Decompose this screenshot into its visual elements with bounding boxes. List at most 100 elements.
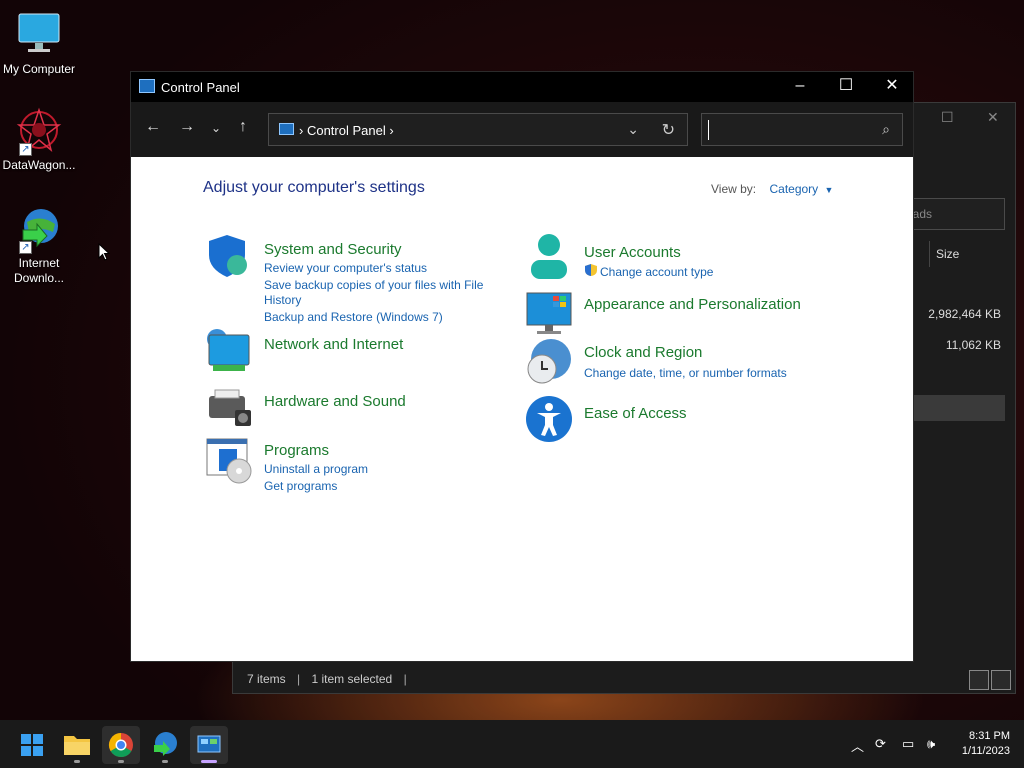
bg-file-size: 11,062 KB [945,338,1001,352]
close-button[interactable]: ✕ [869,72,915,102]
bg-status-items: 7 items [247,672,286,686]
printer-icon[interactable] [205,384,253,432]
shield-icon[interactable] [205,231,253,279]
page-title: Adjust your computer's settings [203,179,425,196]
view-by: View by: Category ▼ [711,182,833,196]
bg-maximize-icon[interactable]: ☐ [941,109,954,126]
network-icon[interactable] [205,327,253,375]
search-box[interactable]: ⌕ [701,113,903,146]
navigation-bar: ← → ⌄ ↑ › Control Panel › ⌄ ↻ ⌕ [131,102,913,157]
mouse-cursor-icon [98,243,110,261]
titlebar[interactable]: Control Panel – ☐ ✕ [131,72,913,102]
chrome-icon [108,733,133,758]
datawagon-logo-icon: ↗ [15,106,63,156]
category-link[interactable]: Get programs [264,478,337,494]
back-arrow-icon[interactable]: ← [145,118,161,136]
category-title[interactable]: Clock and Region [584,344,702,361]
idm-globe-icon: ↗ [15,204,63,254]
bg-selected-row[interactable] [913,395,1005,421]
desktop-icon-label: Internet Downlo... [13,256,65,285]
address-bar[interactable]: › Control Panel › ⌄ ↻ [268,113,688,146]
chevron-up-icon[interactable]: ︿ [851,736,864,755]
category-title[interactable]: Hardware and Sound [264,393,406,410]
start-button[interactable] [13,726,51,764]
taskbar-chrome[interactable] [102,726,140,764]
category-link[interactable]: Change account type [600,264,713,280]
programs-icon[interactable] [205,437,253,485]
shortcut-arrow-icon: ↗ [19,143,32,156]
bg-status-bar: 7 items | 1 item selected | [233,665,1015,693]
accessibility-icon[interactable] [525,395,573,443]
recent-dropdown-icon[interactable]: ⌄ [211,121,221,135]
search-input[interactable] [708,120,868,140]
idm-globe-icon [154,732,177,756]
category-link[interactable]: Save backup copies of your files with Fi… [264,277,483,293]
refresh-icon[interactable]: ↻ [662,120,675,140]
taskbar-idm[interactable] [146,726,184,764]
breadcrumb-control-panel[interactable]: Control Panel [307,123,386,138]
view-by-dropdown[interactable]: Category [769,182,818,196]
monitor-icon[interactable] [525,289,573,337]
category-title[interactable]: User Accounts [584,244,681,261]
taskbar: ︿ ⟳ ▭ 🕪 8:31 PM 1/11/2023 [0,720,1024,768]
user-icon[interactable] [525,231,573,279]
category-link[interactable]: Change date, time, or number formats [584,365,787,381]
main-content: Adjust your computer's settings View by:… [131,157,913,662]
clock-time: 8:31 PM [969,730,1010,742]
folder-icon [64,736,90,755]
system-clock[interactable]: 8:31 PM 1/11/2023 [962,729,1010,759]
uac-shield-icon [584,263,598,282]
clock-date: 1/11/2023 [961,745,1010,757]
category-link[interactable]: History [264,292,301,308]
bg-file-size: 2,982,464 KB [928,307,1001,321]
control-panel-icon [139,79,155,93]
bg-column-size[interactable]: Size [929,241,1009,267]
window-title: Control Panel [161,80,240,95]
category-link[interactable]: Backup and Restore (Windows 7) [264,309,443,325]
category-title[interactable]: Programs [264,442,329,459]
forward-arrow-icon[interactable]: → [179,118,195,136]
details-view-icon[interactable] [969,670,989,690]
up-arrow-icon[interactable]: ↑ [239,118,247,136]
windows-logo-icon [21,734,43,756]
category-link[interactable]: Review your computer's status [264,260,427,276]
category-link[interactable]: Uninstall a program [264,461,368,477]
search-icon[interactable]: ⌕ [882,121,890,138]
category-title[interactable]: Appearance and Personalization [584,296,801,313]
control-panel-window[interactable]: Control Panel – ☐ ✕ ← → ⌄ ↑ › Control Pa… [130,71,914,662]
running-indicator [74,760,80,763]
minimize-button[interactable]: – [777,72,823,102]
bg-status-selected: 1 item selected [311,672,393,686]
maximize-button[interactable]: ☐ [823,72,869,102]
breadcrumb[interactable]: › Control Panel › [299,123,394,138]
active-indicator [201,760,217,763]
volume-icon[interactable]: 🕪 [927,736,935,752]
address-dropdown-icon[interactable]: ⌄ [627,121,639,138]
chevron-down-icon[interactable]: ▼ [825,185,834,195]
category-title[interactable]: Ease of Access [584,405,687,422]
running-indicator [162,760,168,763]
desktop-icon-label: DataWagon... [2,158,76,172]
view-by-label: View by: [711,182,757,196]
category-title[interactable]: Network and Internet [264,336,403,353]
divider: | [297,672,301,686]
control-panel-icon [279,123,294,135]
monitor-icon [15,10,63,58]
sync-icon[interactable]: ⟳ [875,736,886,752]
taskbar-control-panel[interactable] [190,726,228,764]
category-title[interactable]: System and Security [264,241,402,258]
bg-search-input[interactable]: oads [905,198,1005,230]
divider: | [403,672,407,686]
desktop-icon-my-computer[interactable]: My Computer [0,10,78,77]
control-panel-icon [197,735,221,753]
desktop-icon-label: My Computer [2,62,76,76]
taskbar-file-explorer[interactable] [58,726,96,764]
clock-globe-icon[interactable] [525,337,573,385]
network-status-icon[interactable]: ▭ [902,736,914,752]
shortcut-arrow-icon: ↗ [19,241,32,254]
tiles-view-icon[interactable] [991,670,1011,690]
bg-close-icon[interactable]: ✕ [987,109,999,126]
running-indicator [118,760,124,763]
desktop-icon-internet-download-manager[interactable]: ↗ Internet Downlo... [0,204,78,286]
desktop-icon-datawagon[interactable]: ↗ DataWagon... [0,106,78,173]
